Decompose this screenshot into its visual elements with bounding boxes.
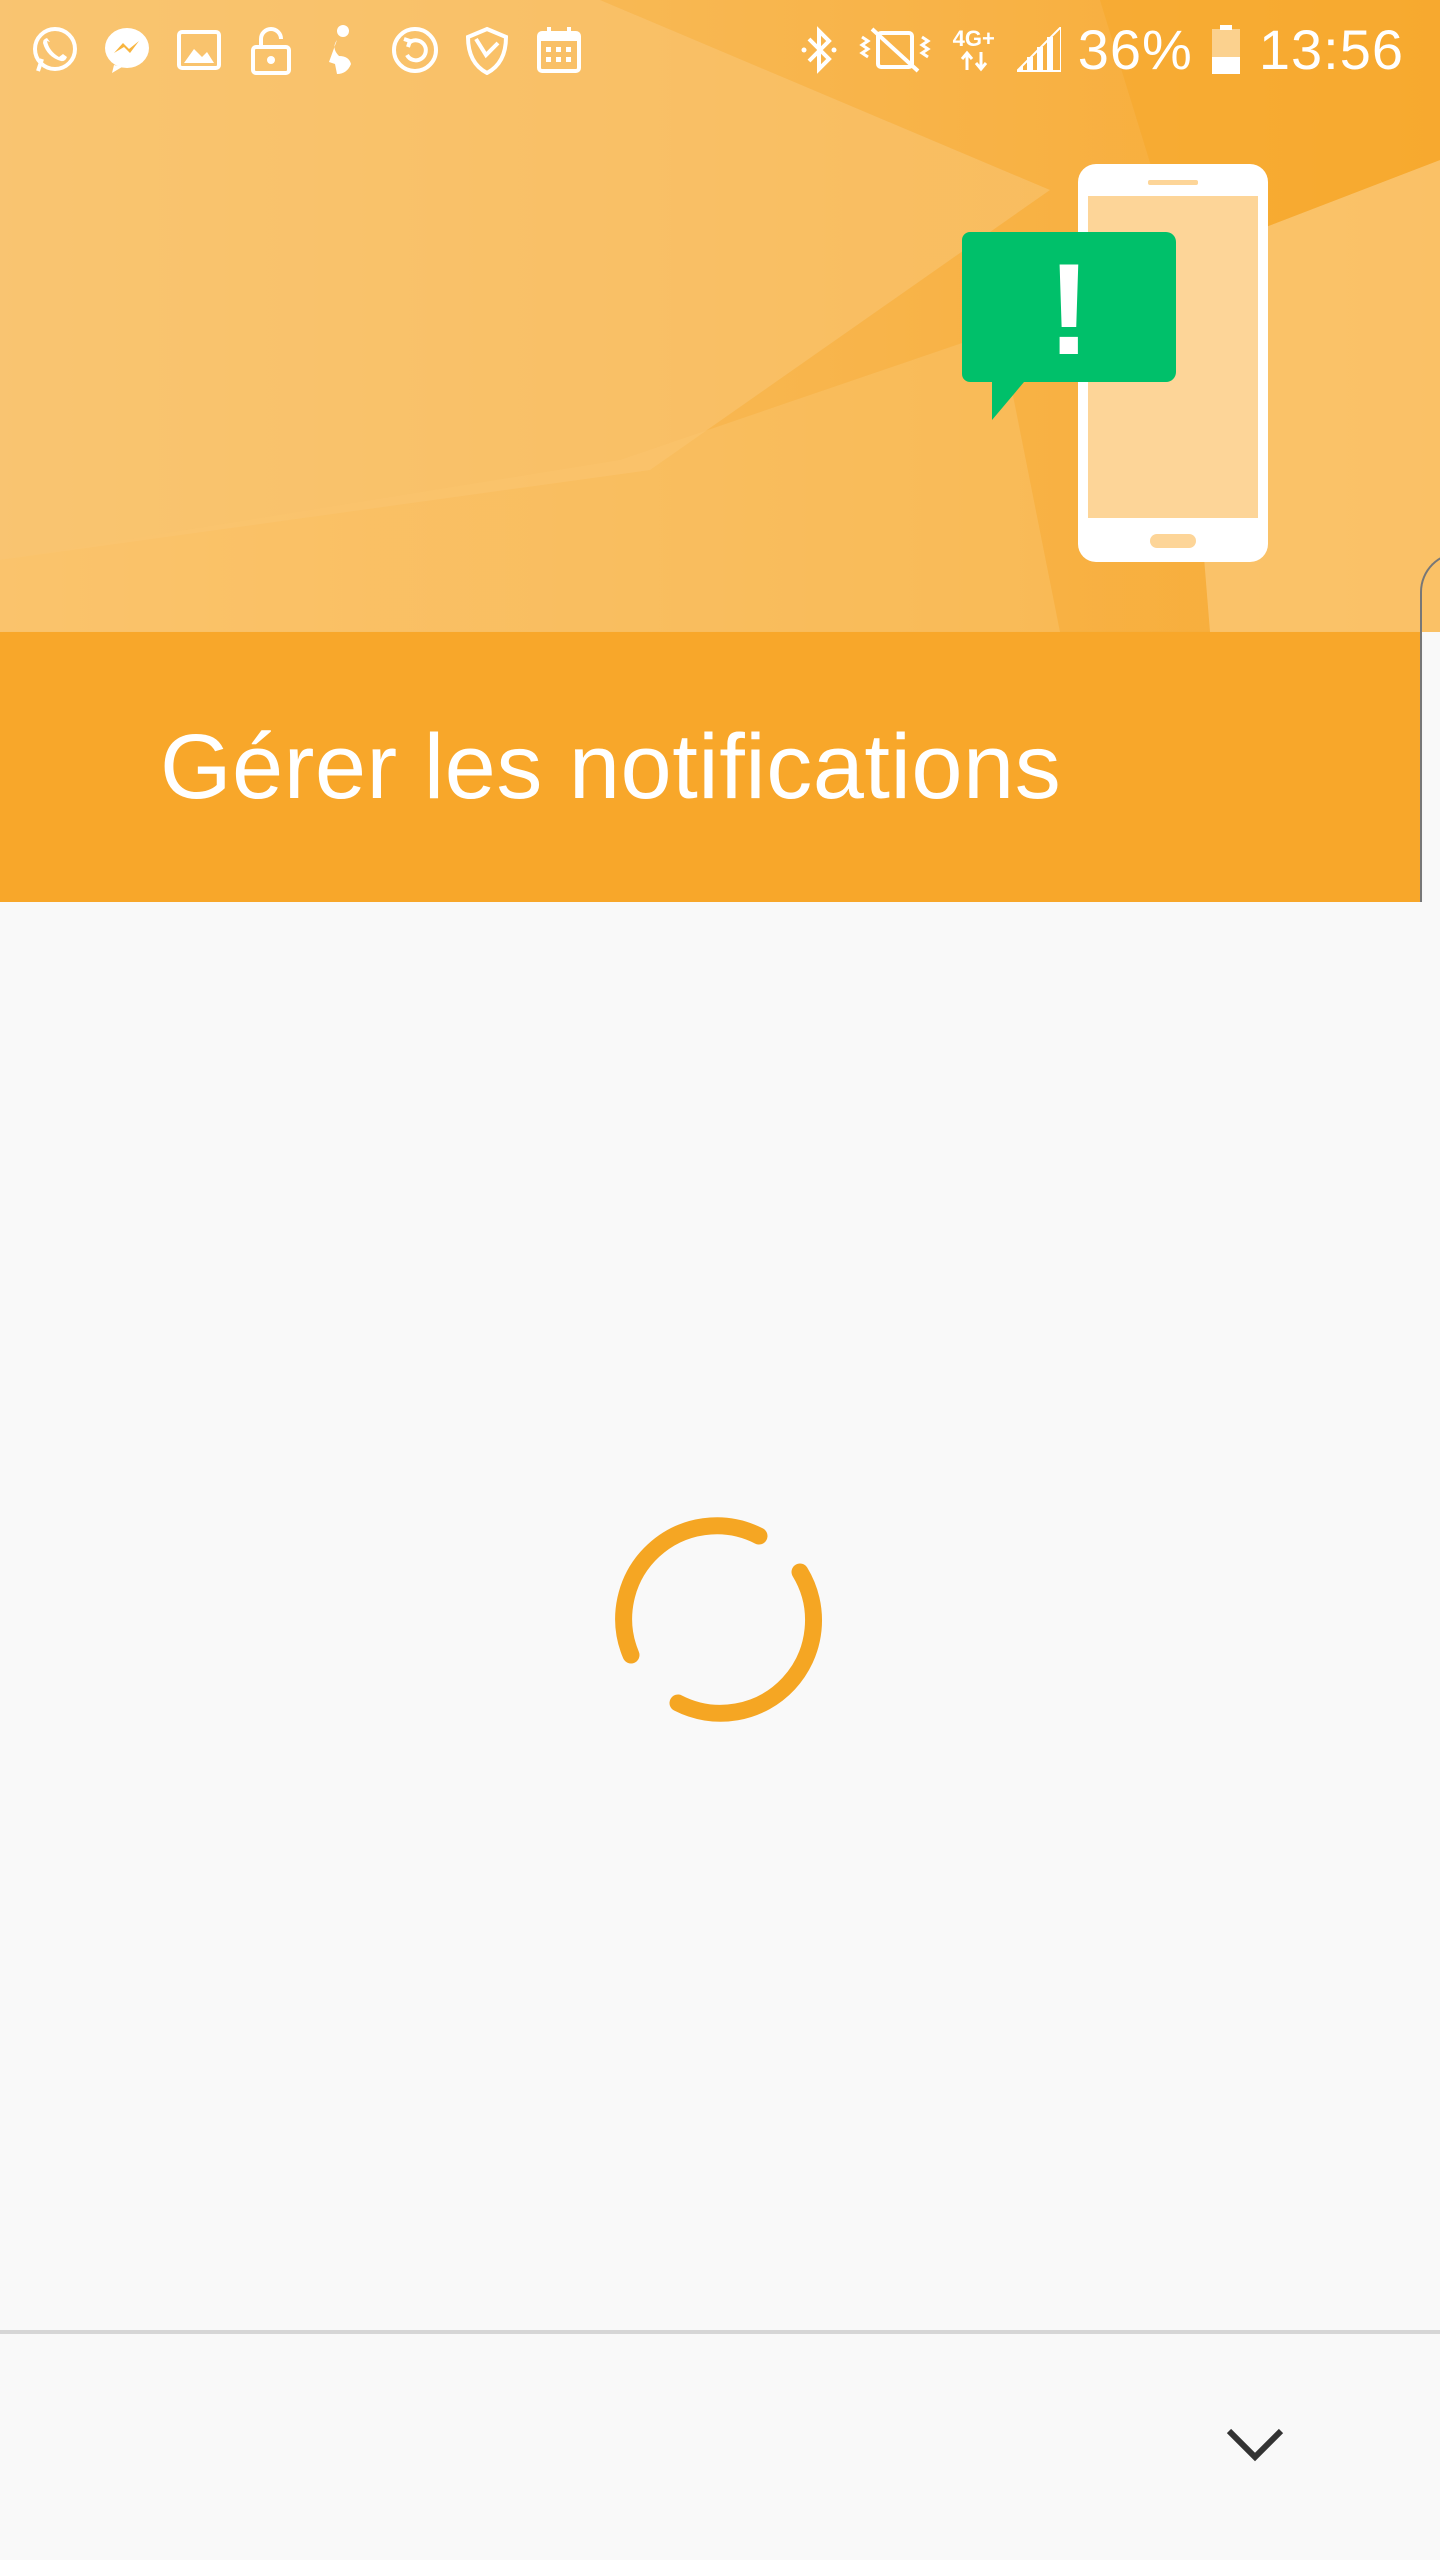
loading-spinner <box>615 1517 822 1722</box>
status-bar: 4G+ 36% 13:56 <box>0 0 1440 100</box>
vibrate-mute-icon <box>858 20 932 80</box>
sync-icon <box>390 20 440 80</box>
shield-app-icon <box>462 20 512 80</box>
messenger-icon <box>102 20 152 80</box>
notification-icons <box>30 20 584 80</box>
system-status: 4G+ 36% 13:56 <box>796 20 1404 80</box>
network-4g-plus-icon: 4G+ <box>948 20 1000 80</box>
network-label: 4G+ <box>952 26 995 51</box>
battery-icon <box>1209 20 1243 80</box>
chevron-down-icon <box>1226 2428 1284 2462</box>
title-bar: Gérer les notifications <box>0 632 1420 902</box>
expand-button[interactable] <box>1200 2400 1310 2490</box>
pregnancy-app-icon <box>318 20 368 80</box>
bluetooth-icon <box>796 20 842 80</box>
clock: 13:56 <box>1258 18 1404 81</box>
alert-bubble-icon: ! <box>962 232 1176 420</box>
page-title: Gérer les notifications <box>160 716 1062 818</box>
lock-open-icon <box>246 20 296 80</box>
battery-percent: 36% <box>1077 18 1193 81</box>
calendar-icon <box>534 20 584 80</box>
gallery-icon <box>174 20 224 80</box>
whatsapp-icon <box>30 20 80 80</box>
signal-icon <box>1016 20 1062 80</box>
alert-glyph: ! <box>1047 236 1090 382</box>
